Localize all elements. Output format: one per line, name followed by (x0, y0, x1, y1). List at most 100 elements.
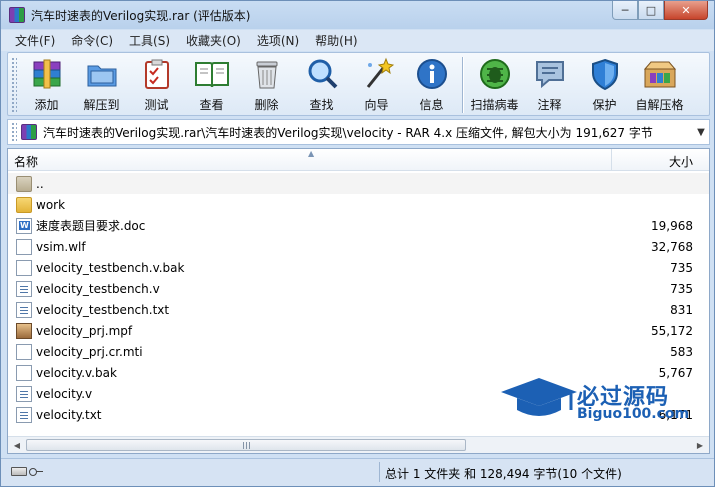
menu-commands[interactable]: 命令(C) (63, 32, 121, 49)
drive-icon[interactable] (11, 467, 27, 476)
text-file-icon (16, 406, 32, 423)
list-item[interactable]: velocity.v (8, 383, 709, 404)
extract-to-button[interactable]: 解压到 (74, 53, 129, 113)
magnifier-icon (304, 56, 340, 92)
file-name: velocity.v (36, 386, 93, 401)
test-label: 测试 (144, 98, 169, 112)
delete-label: 删除 (254, 98, 279, 112)
menu-file[interactable]: 文件(F) (7, 32, 63, 49)
file-name: velocity_testbench.v.bak (36, 260, 185, 275)
comment-label: 注释 (537, 98, 562, 112)
file-size: 19,968 (651, 218, 693, 233)
scrollbar-grip-icon (243, 442, 251, 449)
add-archive-icon (29, 56, 65, 92)
view-button[interactable]: 查看 (184, 53, 239, 113)
status-bar: 总计 1 文件夹 和 128,494 字节(10 个文件) (1, 458, 714, 486)
test-button[interactable]: 测试 (129, 53, 184, 113)
column-divider[interactable] (611, 149, 612, 171)
extract-to-label: 解压到 (83, 98, 120, 112)
file-icon (16, 343, 32, 360)
address-bar[interactable]: 汽车时速表的Verilog实现.rar\汽车时速表的Verilog实现\velo… (7, 119, 710, 145)
menu-options[interactable]: 选项(N) (249, 32, 307, 49)
add-label: 添加 (34, 98, 59, 112)
file-list: 名称 ▲ 大小 .. work 速度表题目要求.doc 19,968 (7, 148, 710, 454)
scan-virus-button[interactable]: 扫描病毒 (467, 53, 522, 113)
list-item[interactable]: velocity_prj.mpf 55,172 (8, 320, 709, 341)
toolbar-grip[interactable] (11, 57, 17, 113)
list-item[interactable]: velocity_testbench.v.bak 735 (8, 257, 709, 278)
column-size-header[interactable]: 大小 (669, 153, 693, 170)
file-size: 831 (670, 302, 693, 317)
file-rows: .. work 速度表题目要求.doc 19,968 vsim.wlf 32,7… (8, 173, 709, 425)
protect-button[interactable]: 保护 (577, 53, 632, 113)
file-icon (16, 238, 32, 255)
menu-tools[interactable]: 工具(S) (121, 32, 178, 49)
list-item[interactable]: velocity_testbench.txt 831 (8, 299, 709, 320)
column-name-header[interactable]: 名称 (14, 153, 38, 170)
sort-ascending-icon: ▲ (308, 149, 315, 158)
close-button[interactable]: ✕ (664, 1, 708, 20)
view-label: 查看 (199, 98, 224, 112)
file-icon (16, 259, 32, 276)
file-name: velocity_prj.mpf (36, 323, 133, 338)
file-name: 速度表题目要求.doc (36, 219, 146, 233)
file-name: velocity_prj.cr.mti (36, 344, 143, 359)
comment-button[interactable]: 注释 (522, 53, 577, 113)
minimize-button[interactable]: ─ (612, 1, 638, 20)
winrar-window: 汽车时速表的Verilog实现.rar (评估版本) ─ □ ✕ 文件(F) 命… (0, 0, 715, 487)
key-icon[interactable] (29, 467, 43, 476)
list-item[interactable]: velocity_testbench.v 735 (8, 278, 709, 299)
file-size: 735 (670, 260, 693, 275)
scroll-right-icon[interactable]: ▶ (692, 438, 708, 452)
project-file-icon (16, 322, 32, 339)
status-divider (379, 462, 380, 482)
file-name: velocity.v.bak (36, 365, 117, 380)
list-item[interactable]: velocity.v.bak 5,767 (8, 362, 709, 383)
window-title: 汽车时速表的Verilog实现.rar (评估版本) (31, 8, 251, 23)
list-item[interactable]: 速度表题目要求.doc 19,968 (8, 215, 709, 236)
delete-button[interactable]: 删除 (239, 53, 294, 113)
list-item[interactable]: vsim.wlf 32,768 (8, 236, 709, 257)
window-controls: ─ □ ✕ (612, 1, 708, 20)
column-header: 名称 ▲ 大小 (8, 149, 709, 171)
text-file-icon (16, 385, 32, 402)
file-size: 55,172 (651, 323, 693, 338)
file-size: 5,767 (658, 365, 693, 380)
folder-icon (16, 196, 32, 213)
word-document-icon (16, 217, 32, 234)
virus-bug-icon (477, 56, 513, 92)
list-item[interactable]: work (8, 194, 709, 215)
scroll-left-icon[interactable]: ◀ (9, 438, 25, 452)
menu-bar: 文件(F) 命令(C) 工具(S) 收藏夹(O) 选项(N) 帮助(H) (1, 30, 714, 51)
file-size: 32,768 (651, 239, 693, 254)
info-icon (414, 56, 450, 92)
trash-icon (249, 56, 285, 92)
address-grip (11, 122, 17, 142)
menu-help[interactable]: 帮助(H) (307, 32, 365, 49)
info-button[interactable]: 信息 (404, 53, 459, 113)
test-clipboard-icon (139, 56, 175, 92)
wizard-button[interactable]: 向导 (349, 53, 404, 113)
menu-favorites[interactable]: 收藏夹(O) (178, 32, 249, 49)
folder-up-icon (16, 175, 32, 192)
find-button[interactable]: 查找 (294, 53, 349, 113)
maximize-button[interactable]: □ (638, 1, 664, 20)
list-item[interactable]: velocity_prj.cr.mti 583 (8, 341, 709, 362)
file-size: 6,171 (658, 407, 693, 422)
extract-folder-icon (84, 56, 120, 92)
list-item[interactable]: .. (8, 173, 709, 194)
info-label: 信息 (419, 98, 444, 112)
title-bar: 汽车时速表的Verilog实现.rar (评估版本) ─ □ ✕ (1, 1, 714, 29)
find-label: 查找 (309, 98, 334, 112)
sfx-box-icon (642, 56, 678, 92)
horizontal-scrollbar[interactable]: ◀ ▶ (8, 436, 709, 453)
chevron-down-icon[interactable]: ▼ (693, 127, 709, 138)
scrollbar-thumb[interactable] (26, 439, 466, 451)
comment-note-icon (532, 56, 568, 92)
list-item[interactable]: velocity.txt 6,171 (8, 404, 709, 425)
add-button[interactable]: 添加 (19, 53, 74, 113)
sfx-button[interactable]: 自解压格 (632, 53, 687, 113)
archive-icon (21, 124, 37, 140)
shield-icon (587, 56, 623, 92)
address-path[interactable]: 汽车时速表的Verilog实现.rar\汽车时速表的Verilog实现\velo… (43, 124, 693, 141)
